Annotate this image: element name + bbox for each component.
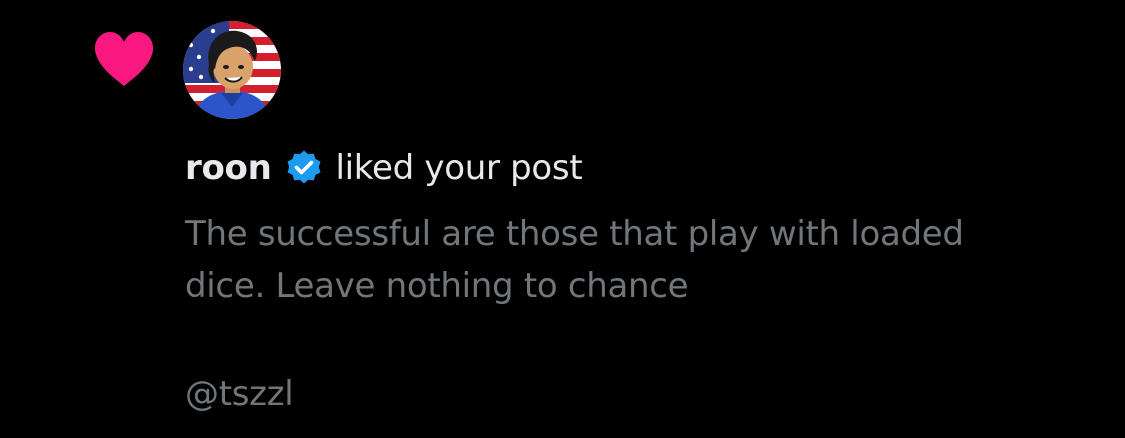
like-notification[interactable]: roon liked your post The successful are … xyxy=(0,0,1125,438)
post-preview-text[interactable]: The successful are those that play with … xyxy=(185,208,1105,312)
action-text: liked your post xyxy=(335,148,583,188)
heart-icon xyxy=(94,32,154,86)
username-link[interactable]: roon xyxy=(185,148,272,188)
notification-header: roon liked your post xyxy=(185,145,583,191)
avatar[interactable] xyxy=(183,21,281,119)
post-text-line: The successful are those that play with … xyxy=(185,214,964,254)
verified-badge-icon xyxy=(287,150,320,184)
mention-link[interactable]: @tszzl xyxy=(185,368,294,420)
post-text-line: dice. Leave nothing to chance xyxy=(185,266,689,306)
avatar-image xyxy=(183,21,281,119)
